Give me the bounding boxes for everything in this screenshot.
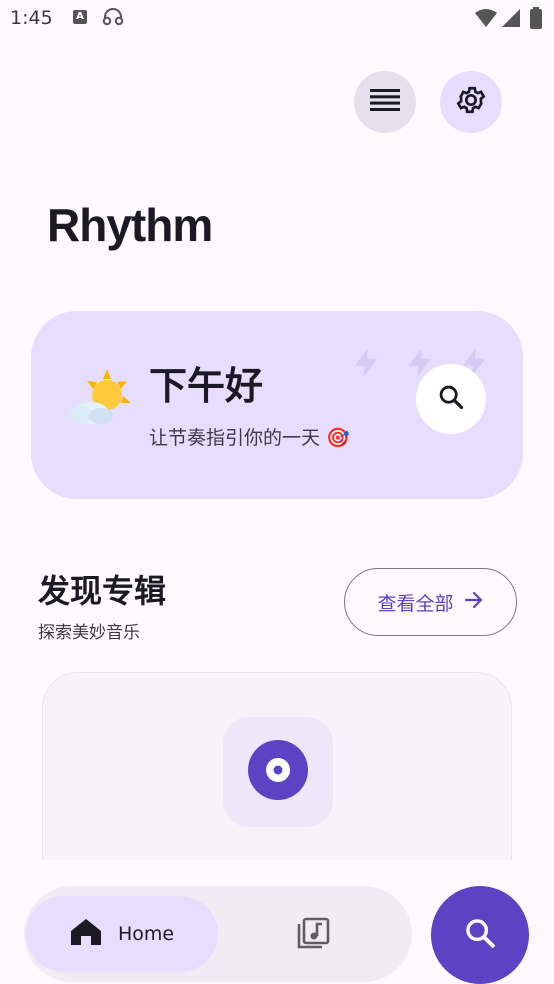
library-music-icon[interactable] [294, 916, 334, 956]
battery-icon [530, 7, 542, 33]
bolt-icon [349, 345, 383, 385]
section-title: 发现专辑 [38, 572, 167, 610]
fab-search-button[interactable] [431, 886, 529, 984]
album-icon [247, 739, 309, 805]
greeting-search-button[interactable] [416, 364, 486, 434]
nav-home-label: Home [118, 923, 175, 945]
greeting-card: 下午好 让节奏指引你的一天 🎯 [31, 311, 523, 499]
gear-icon [455, 84, 487, 120]
wifi-icon [475, 9, 497, 31]
status-time: 1:45 [10, 7, 53, 29]
screen: 1:45 A Rhythm 下午好 让节奏指引你的一天 🎯 发现专辑 探索美妙音… [0, 0, 554, 984]
sun-behind-cloud-icon [67, 369, 131, 433]
bottom-nav: Home [24, 886, 412, 982]
album-placeholder [223, 717, 333, 827]
status-bar: 1:45 A [0, 0, 554, 38]
settings-button[interactable] [440, 71, 502, 133]
greeting-subtitle: 让节奏指引你的一天 🎯 [149, 427, 350, 449]
nav-home[interactable]: Home [26, 896, 218, 972]
greeting-title: 下午好 [149, 364, 264, 408]
a-icon: A [73, 10, 87, 24]
view-all-label: 查看全部 [377, 592, 454, 615]
home-icon [70, 918, 102, 950]
section-subtitle: 探索美妙音乐 [38, 623, 140, 643]
menu-icon [370, 89, 400, 115]
headset-icon [102, 7, 124, 31]
app-title: Rhythm [47, 199, 213, 251]
arrow-right-icon [464, 591, 484, 614]
menu-button[interactable] [354, 71, 416, 133]
view-all-button[interactable]: 查看全部 [344, 568, 517, 636]
search-icon [437, 383, 465, 415]
search-icon [463, 916, 497, 954]
signal-icon [502, 9, 520, 31]
